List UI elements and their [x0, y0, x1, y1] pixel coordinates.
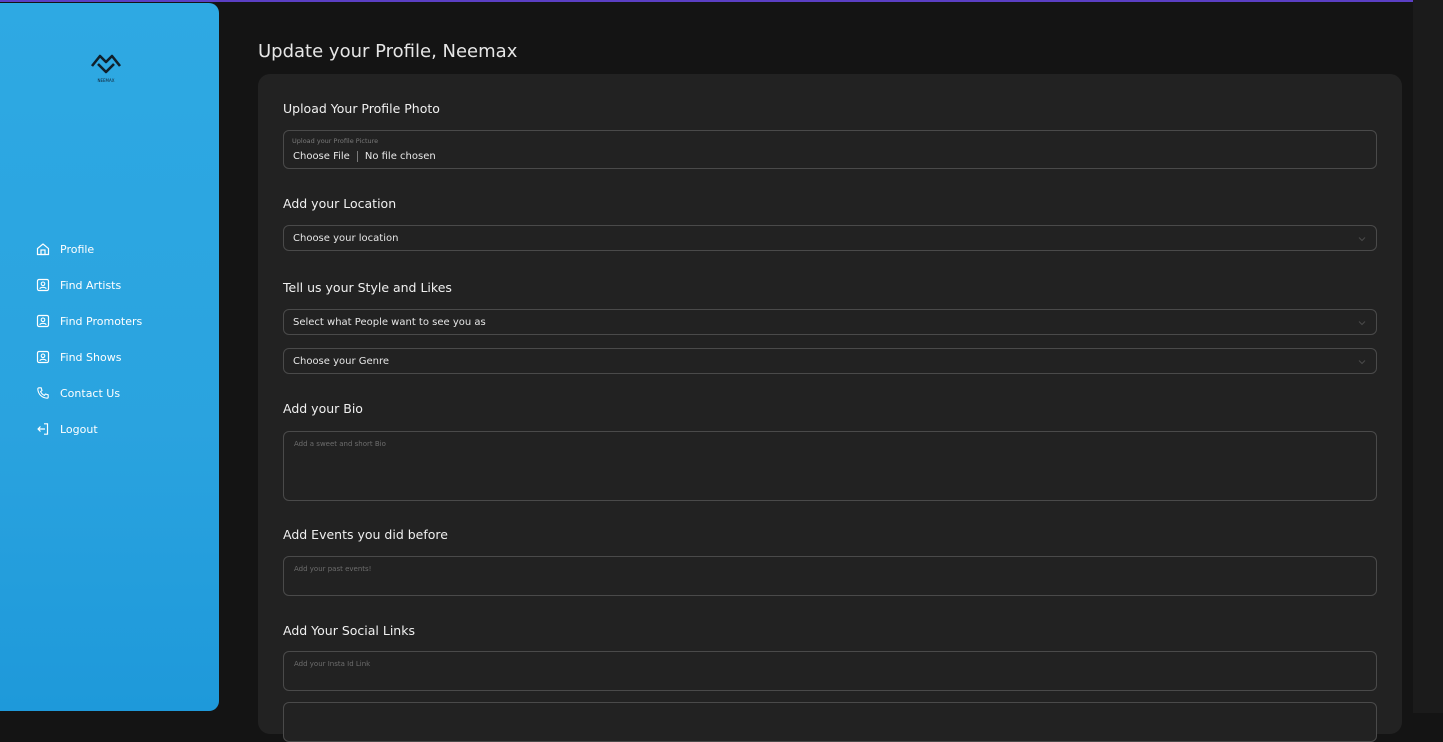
- chevron-down-icon: [1358, 360, 1366, 365]
- persona-select-value: Select what People want to see you as: [293, 316, 486, 328]
- genre-select[interactable]: Choose your Genre: [283, 348, 1377, 374]
- sidebar-item-label: Logout: [60, 422, 98, 436]
- sidebar: NEEMAX Profile Find Artists Find Promote…: [0, 3, 219, 711]
- events-textarea[interactable]: Add your past events!: [283, 556, 1377, 596]
- page-title: Update your Profile, Neemax: [258, 41, 518, 63]
- section-title-location: Add your Location: [283, 196, 397, 211]
- sidebar-item-label: Find Promoters: [60, 314, 143, 328]
- location-select[interactable]: Choose your location: [283, 225, 1377, 251]
- contact-card-icon: [34, 276, 52, 294]
- sidebar-item-label: Profile: [60, 242, 95, 256]
- sidebar-nav: Profile Find Artists Find Promoters Find…: [34, 231, 142, 447]
- section-title-social: Add Your Social Links: [283, 623, 415, 638]
- sidebar-item-find-promoters[interactable]: Find Promoters: [34, 303, 142, 339]
- brand-logo-text: NEEMAX: [97, 78, 115, 83]
- genre-select-value: Choose your Genre: [293, 355, 390, 367]
- chevron-down-icon: [1358, 237, 1366, 242]
- section-title-photo: Upload Your Profile Photo: [283, 101, 440, 116]
- phone-icon: [34, 384, 52, 402]
- home-icon: [34, 240, 52, 258]
- persona-select[interactable]: Select what People want to see you as: [283, 309, 1377, 335]
- upload-label: Upload your Profile Picture: [292, 137, 379, 145]
- profile-form-card: Upload Your Profile Photo Upload your Pr…: [258, 74, 1402, 742]
- file-status: No file chosen: [364, 151, 436, 162]
- sidebar-item-contact-us[interactable]: Contact Us: [34, 375, 142, 411]
- sidebar-item-profile[interactable]: Profile: [34, 231, 142, 267]
- right-gutter: [1413, 0, 1443, 713]
- top-accent-line: [0, 0, 1443, 2]
- bio-placeholder: Add a sweet and short Bio: [294, 440, 386, 448]
- contact-card-icon: [34, 348, 52, 366]
- events-placeholder: Add your past events!: [294, 565, 372, 573]
- social-link-input-next[interactable]: [283, 702, 1377, 742]
- insta-link-placeholder: Add your Insta Id Link: [294, 660, 371, 668]
- logout-icon: [34, 420, 52, 438]
- sidebar-item-find-artists[interactable]: Find Artists: [34, 267, 142, 303]
- sidebar-item-label: Contact Us: [60, 386, 121, 400]
- section-title-events: Add Events you did before: [283, 527, 448, 542]
- contact-card-icon: [34, 312, 52, 330]
- sidebar-item-label: Find Artists: [60, 278, 122, 292]
- sidebar-item-find-shows[interactable]: Find Shows: [34, 339, 142, 375]
- chevron-down-icon: [1358, 321, 1366, 326]
- insta-link-input[interactable]: Add your Insta Id Link: [283, 651, 1377, 691]
- sidebar-item-label: Find Shows: [60, 350, 122, 364]
- section-title-style: Tell us your Style and Likes: [283, 280, 452, 295]
- section-title-bio: Add your Bio: [283, 401, 363, 416]
- location-select-value: Choose your location: [293, 232, 399, 244]
- bio-textarea[interactable]: Add a sweet and short Bio: [283, 431, 1377, 501]
- profile-photo-upload[interactable]: Upload your Profile Picture Choose File …: [283, 130, 1377, 169]
- choose-file-button[interactable]: Choose File: [293, 151, 358, 162]
- sidebar-item-logout[interactable]: Logout: [34, 411, 142, 447]
